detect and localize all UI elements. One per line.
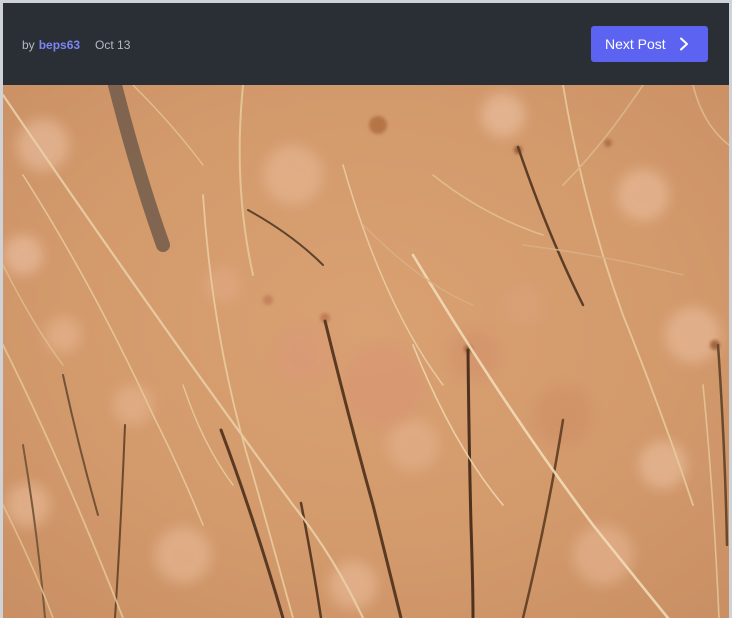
post-date: Oct 13 xyxy=(95,38,131,52)
by-label: by xyxy=(22,38,35,52)
next-post-button[interactable]: Next Post xyxy=(591,26,708,62)
skin-micrograph-image xyxy=(3,85,729,618)
post-meta: by beps63 Oct 13 xyxy=(22,38,130,52)
post-header: by beps63 Oct 13 Next Post xyxy=(3,3,729,85)
chevron-right-icon xyxy=(680,37,688,51)
next-post-label: Next Post xyxy=(605,36,666,52)
post-image xyxy=(3,85,729,618)
post-frame: by beps63 Oct 13 Next Post xyxy=(3,3,729,618)
author-link[interactable]: beps63 xyxy=(39,38,80,52)
